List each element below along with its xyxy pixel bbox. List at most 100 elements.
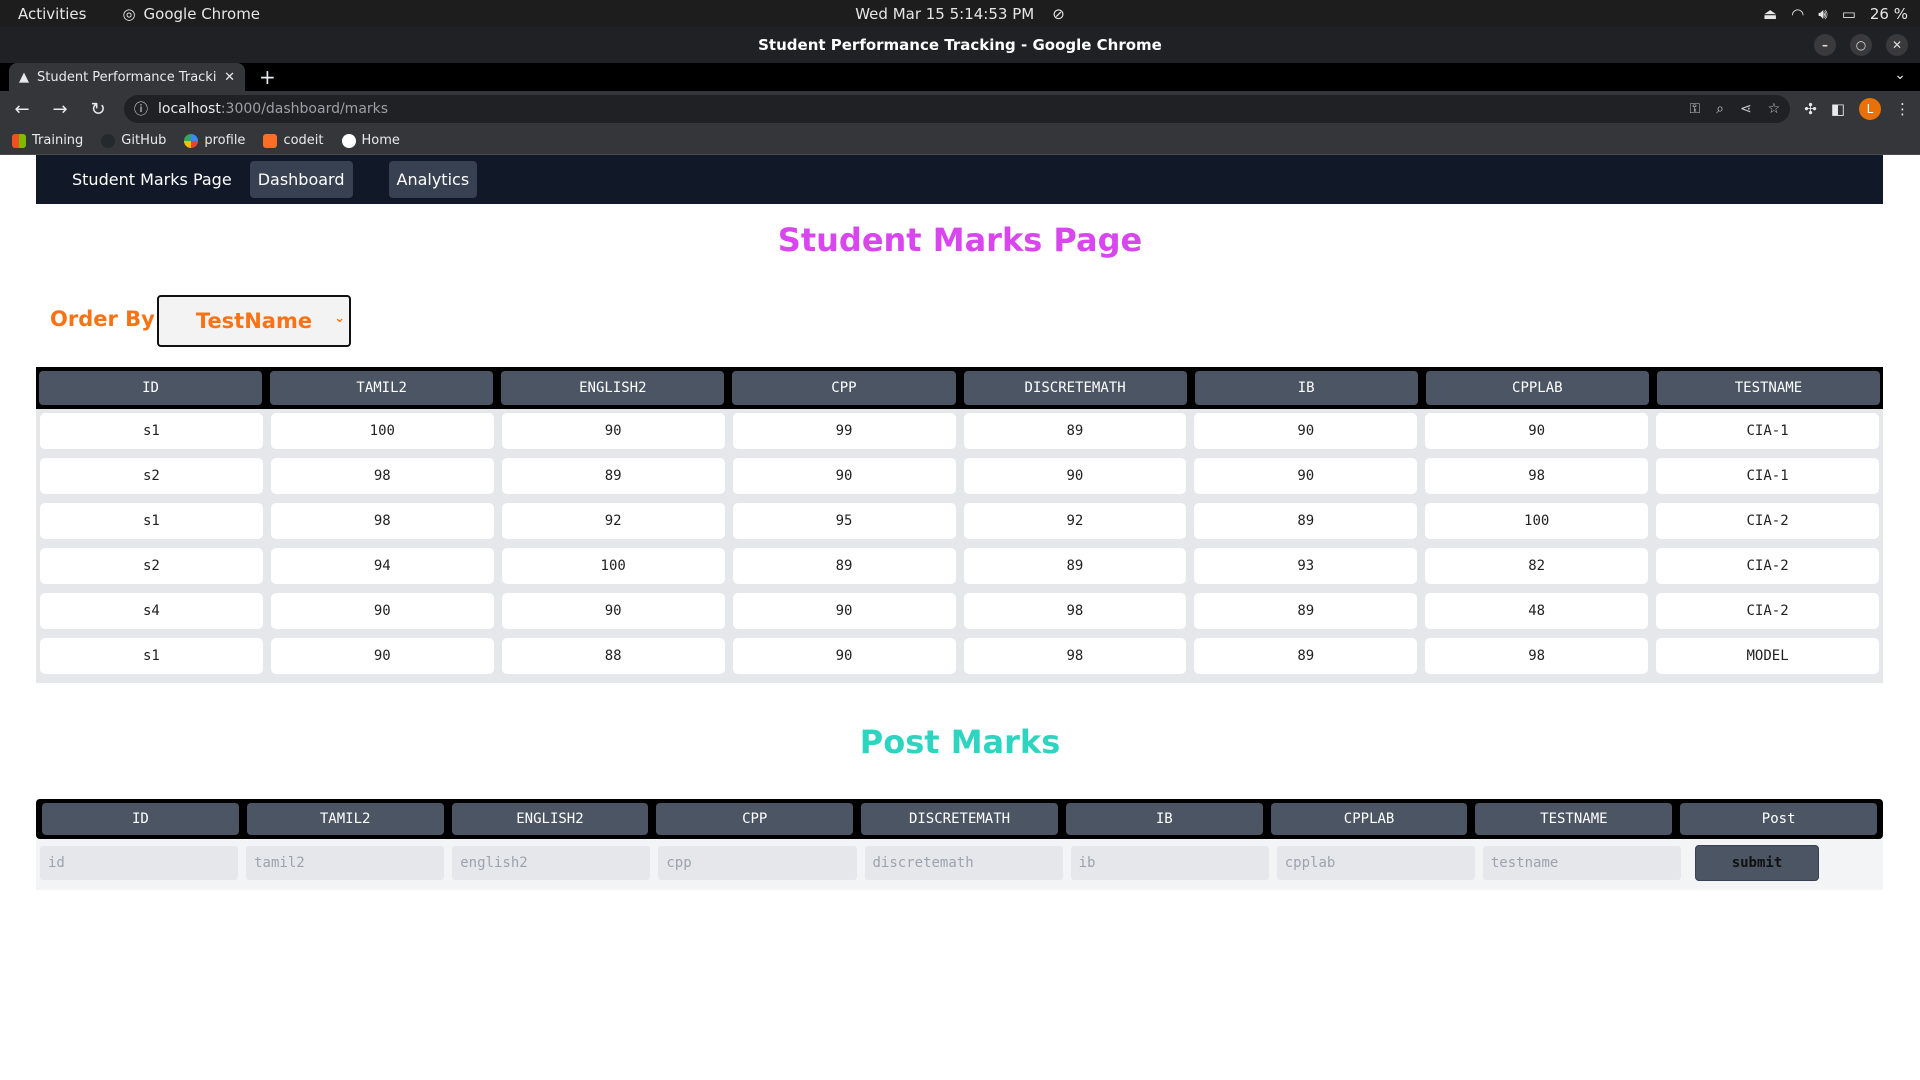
- kebab-menu-icon[interactable]: ⋮: [1895, 100, 1910, 118]
- column-header: CPP: [732, 371, 956, 405]
- app-menu[interactable]: ◎ Google Chrome: [122, 5, 260, 23]
- system-tray[interactable]: ⏏ ◠ 🔊︎ ▭ 26 %: [1763, 5, 1908, 23]
- gitlab-icon: [263, 133, 278, 148]
- tab-title: Student Performance Tracking: [37, 69, 217, 85]
- grid-icon: [12, 133, 26, 148]
- bookmark-home[interactable]: Home: [341, 133, 400, 148]
- table-row: s1 100 90 99 89 90 90 CIA-1: [40, 413, 1879, 449]
- close-icon[interactable]: ✕: [1886, 34, 1908, 56]
- extension-area: ✣ ◧ L ⋮: [1804, 98, 1910, 120]
- table-cell: 100: [501, 548, 725, 584]
- tab-favicon-icon: ▲: [19, 69, 29, 85]
- wifi-icon: ◠: [1791, 4, 1805, 23]
- bookmark-codeit[interactable]: codeit: [263, 133, 324, 148]
- table-cell: 94: [270, 548, 494, 584]
- table-cell: 48: [1425, 593, 1649, 629]
- testname-input[interactable]: [1482, 846, 1681, 880]
- table-cell: 99: [732, 413, 956, 449]
- bookmark-training[interactable]: Training: [12, 133, 83, 148]
- page-title: Student Marks Page: [777, 221, 1143, 259]
- notifications-off-icon: ⊘: [1052, 4, 1065, 23]
- table-cell: CIA-2: [1656, 548, 1879, 584]
- activities-button[interactable]: Activities: [18, 5, 86, 23]
- table-cell: 90: [732, 458, 956, 494]
- share-icon[interactable]: ⋖: [1740, 101, 1752, 117]
- table-cell: 90: [732, 593, 956, 629]
- window-title: Student Performance Tracking - Google Ch…: [758, 36, 1162, 54]
- back-arrow-icon[interactable]: ←: [10, 99, 34, 120]
- table-cell: s1: [40, 638, 263, 674]
- volume-icon: 🔊︎: [1818, 4, 1828, 23]
- marks-table: ID TAMIL2 ENGLISH2 CPP DISCRETEMATH IB CPPLAB T…: [36, 367, 1883, 683]
- column-header: CPPLAB: [1425, 371, 1649, 405]
- cpplab-input[interactable]: [1276, 846, 1475, 880]
- reload-icon[interactable]: ↻: [86, 99, 110, 120]
- nav-brand[interactable]: Student Marks Page: [72, 170, 232, 189]
- table-row: s1 98 92 95 92 89 100 CIA-2: [40, 503, 1879, 539]
- table-cell: CIA-1: [1656, 458, 1879, 494]
- tamil2-input[interactable]: [246, 846, 445, 880]
- address-bar[interactable]: ⓘ localhost :3000/dashboard/marks ⚿ ⌕ ⋖ …: [124, 95, 1791, 123]
- column-header: ENGLISH2: [501, 371, 725, 405]
- cpp-input[interactable]: [658, 846, 857, 880]
- table-cell: 98: [963, 593, 1187, 629]
- table-cell: MODEL: [1656, 638, 1879, 674]
- column-header: DISCRETEMATH: [963, 371, 1187, 405]
- column-header: IB: [1194, 371, 1418, 405]
- english2-input[interactable]: [452, 846, 651, 880]
- clock[interactable]: Wed Mar 15 5:14:53 PM ⊘: [855, 5, 1065, 23]
- nav-link-analytics[interactable]: Analytics: [388, 161, 478, 198]
- submit-button[interactable]: submit: [1695, 845, 1819, 881]
- table-cell: 89: [501, 458, 725, 494]
- marks-table-header: ID TAMIL2 ENGLISH2 CPP DISCRETEMATH IB CPPLAB T…: [36, 367, 1883, 409]
- table-cell: 100: [270, 413, 494, 449]
- post-table-header: ID TAMIL2 ENGLISH2 CPP DISCRETEMATH IB CPPLAB T…: [36, 799, 1883, 839]
- new-tab-plus-icon[interactable]: +: [259, 65, 276, 89]
- nav-link-dashboard[interactable]: Dashboard: [249, 161, 353, 198]
- chevron-down-icon: ⌄: [334, 311, 345, 326]
- profile-avatar[interactable]: L: [1859, 98, 1881, 120]
- ib-input[interactable]: [1070, 846, 1269, 880]
- site-info-icon[interactable]: ⓘ: [134, 99, 148, 119]
- bookmark-label: Training: [32, 133, 84, 148]
- post-column-header: Post: [1680, 803, 1878, 835]
- tab-student-performance[interactable]: ▲ Student Performance Tracking ✕: [9, 63, 245, 91]
- bookmark-github[interactable]: GitHub: [101, 133, 166, 148]
- table-cell: 90: [963, 458, 1187, 494]
- battery-text: 26 %: [1869, 4, 1908, 23]
- tab-close-icon[interactable]: ✕: [224, 70, 235, 85]
- star-icon[interactable]: ☆: [1768, 101, 1781, 117]
- clock-text: Wed Mar 15 5:14:53 PM: [855, 4, 1035, 23]
- table-cell: 100: [1425, 503, 1649, 539]
- github-icon: [101, 133, 116, 148]
- id-input[interactable]: [40, 846, 239, 880]
- table-row: s2 94 100 89 89 93 82 CIA-2: [40, 548, 1879, 584]
- table-row: s2 98 89 90 90 90 98 CIA-1: [40, 458, 1879, 494]
- bookmark-profile[interactable]: profile: [184, 133, 245, 148]
- table-cell: CIA-1: [1656, 413, 1879, 449]
- column-header: TAMIL2: [270, 371, 494, 405]
- minimize-icon[interactable]: –: [1814, 34, 1836, 56]
- forward-arrow-icon[interactable]: →: [48, 99, 72, 120]
- maximize-icon[interactable]: ○: [1850, 34, 1872, 56]
- table-cell: s4: [40, 593, 263, 629]
- column-header: TESTNAME: [1656, 371, 1880, 405]
- tab-search-chevron-icon[interactable]: ⌄: [1894, 67, 1906, 83]
- order-by-select[interactable]: TestName ⌄: [157, 295, 351, 347]
- discretemath-input[interactable]: [864, 846, 1063, 880]
- table-cell: s2: [40, 548, 263, 584]
- zoom-icon[interactable]: ⌕: [1716, 101, 1724, 117]
- post-marks-title: Post Marks: [859, 723, 1061, 761]
- side-panel-icon[interactable]: ◧: [1831, 100, 1845, 118]
- table-row: s1 90 88 90 98 89 98 MODEL: [40, 638, 1879, 674]
- post-column-header: TAMIL2: [246, 803, 444, 835]
- key-icon[interactable]: ⚿: [1689, 101, 1700, 117]
- tab-strip: ▲ Student Performance Tracking ✕ + ⌄: [0, 63, 1920, 91]
- table-cell: 90: [1425, 413, 1649, 449]
- table-cell: 98: [270, 503, 494, 539]
- table-cell: 95: [732, 503, 956, 539]
- table-cell: 90: [732, 638, 956, 674]
- extensions-puzzle-icon[interactable]: ✣: [1804, 100, 1817, 118]
- table-cell: 89: [732, 548, 956, 584]
- pinwheel-icon: [184, 133, 199, 148]
